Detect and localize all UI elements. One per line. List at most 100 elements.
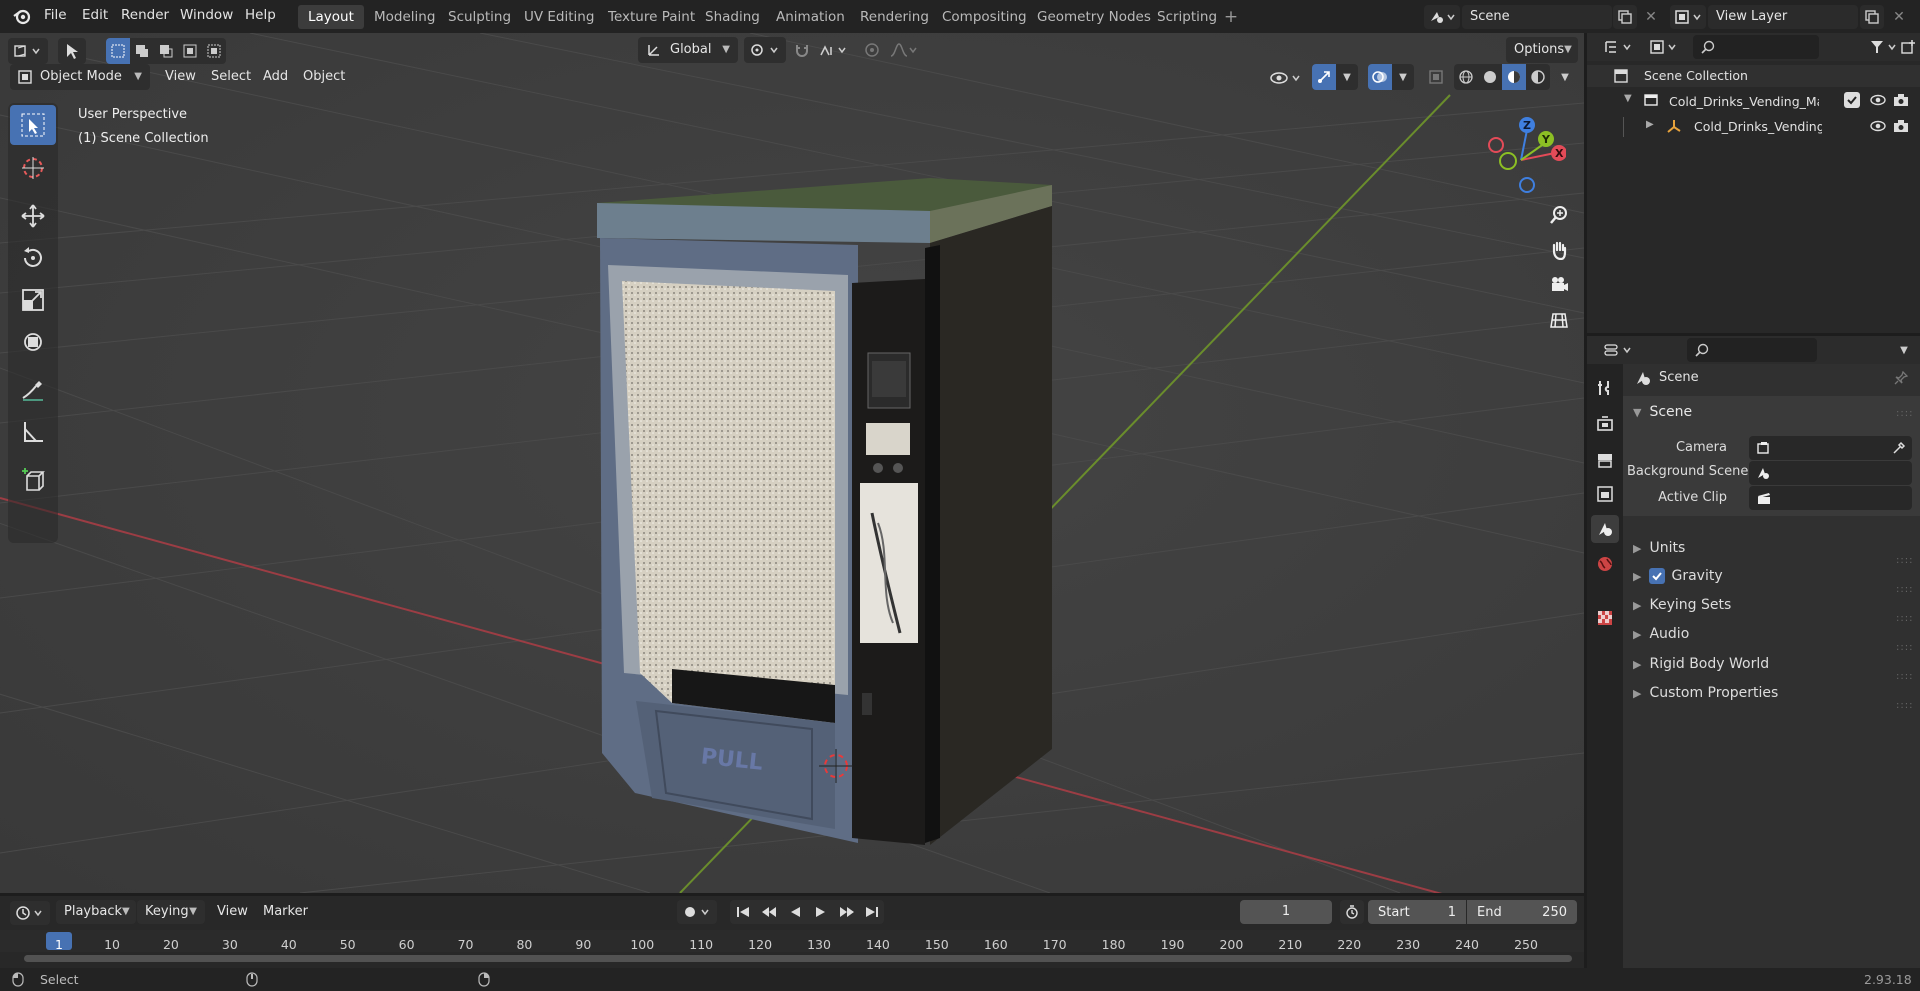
- properties-search-input[interactable]: [1687, 338, 1817, 362]
- add-cube-tool-icon[interactable]: [10, 460, 56, 500]
- editor-type-icon[interactable]: [8, 38, 48, 64]
- tab-compositing[interactable]: Compositing: [932, 5, 1037, 29]
- tab-shading[interactable]: Shading: [695, 5, 770, 29]
- options-dropdown[interactable]: Options ▼: [1506, 37, 1578, 63]
- texture-tab-icon[interactable]: [1591, 604, 1619, 632]
- solid-shading-icon[interactable]: [1478, 64, 1502, 90]
- tab-scripting[interactable]: Scripting: [1147, 5, 1227, 29]
- snap-toggle-icon[interactable]: [790, 37, 814, 63]
- 3d-viewport[interactable]: PULL Object Mode ▼ View Select Add Objec…: [0, 33, 1584, 893]
- background-scene-field[interactable]: [1749, 461, 1912, 485]
- render-camera-icon[interactable]: [1892, 117, 1910, 135]
- tab-uv-editing[interactable]: UV Editing: [514, 5, 604, 29]
- units-panel[interactable]: ▶ Units: [1633, 540, 1685, 556]
- scene-tab-icon[interactable]: [1591, 515, 1619, 543]
- annotate-tool-icon[interactable]: [10, 370, 56, 410]
- gizmo-toggle-icon[interactable]: [1312, 64, 1336, 90]
- marker-menu[interactable]: Marker: [255, 900, 316, 924]
- tab-modeling[interactable]: Modeling: [364, 5, 445, 29]
- select-extend-icon[interactable]: [130, 38, 154, 64]
- tab-animation[interactable]: Animation: [766, 5, 855, 29]
- remove-scene-icon[interactable]: ✕: [1640, 5, 1662, 29]
- prev-keyframe-icon[interactable]: [756, 900, 782, 924]
- timeline-scrollbar[interactable]: [24, 955, 1572, 962]
- gravity-panel[interactable]: ▶ Gravity: [1633, 568, 1723, 584]
- timeline-view-menu[interactable]: View: [209, 900, 256, 924]
- rotate-tool-icon[interactable]: [10, 238, 56, 278]
- tab-layout[interactable]: Layout: [298, 5, 364, 29]
- pin-icon[interactable]: [1891, 368, 1911, 388]
- select-tool-mode-icon[interactable]: [58, 38, 86, 64]
- proportional-edit-icon[interactable]: [860, 37, 884, 63]
- add-workspace-icon[interactable]: +: [1222, 7, 1240, 27]
- gizmo-dropdown-icon[interactable]: ▼: [1336, 64, 1358, 90]
- jump-start-icon[interactable]: [730, 900, 756, 924]
- current-frame-field[interactable]: 1: [1240, 900, 1332, 924]
- menu-add[interactable]: Add: [255, 64, 296, 90]
- scale-tool-icon[interactable]: [10, 280, 56, 320]
- keying-sets-panel[interactable]: ▶ Keying Sets: [1633, 597, 1731, 613]
- tab-texture-paint[interactable]: Texture Paint: [598, 5, 705, 29]
- copy-view-layer-icon[interactable]: [1860, 5, 1884, 29]
- tab-sculpting[interactable]: Sculpting: [438, 5, 521, 29]
- material-shading-icon[interactable]: [1502, 64, 1526, 90]
- select-new-icon[interactable]: [106, 38, 130, 64]
- outliner-editor-type-icon[interactable]: [1601, 35, 1637, 59]
- xray-toggle-icon[interactable]: [1424, 64, 1448, 90]
- world-tab-icon[interactable]: [1591, 550, 1619, 578]
- select-intersect-icon[interactable]: [202, 38, 226, 64]
- drag-handle-icon[interactable]: ::::: [1896, 408, 1913, 419]
- output-tab-icon[interactable]: [1591, 446, 1619, 474]
- tab-geometry-nodes[interactable]: Geometry Nodes: [1027, 5, 1161, 29]
- tab-rendering[interactable]: Rendering: [850, 5, 939, 29]
- outliner-item-object[interactable]: Cold_Drinks_Vending_Ma: [1694, 119, 1822, 134]
- preview-range-icon[interactable]: [1340, 900, 1364, 924]
- select-invert-icon[interactable]: [178, 38, 202, 64]
- eye-icon[interactable]: [1869, 117, 1887, 135]
- eye-icon[interactable]: [1869, 91, 1887, 109]
- view-layer-tab-icon[interactable]: [1591, 480, 1619, 508]
- cursor-tool-icon[interactable]: [10, 148, 56, 188]
- timeline-editor-type-icon[interactable]: [10, 901, 50, 925]
- play-icon[interactable]: [808, 900, 834, 924]
- menu-view[interactable]: View: [157, 64, 204, 90]
- copy-scene-icon[interactable]: [1613, 5, 1637, 29]
- menu-help[interactable]: Help: [237, 0, 284, 31]
- scene-name-field[interactable]: Scene: [1462, 5, 1612, 29]
- next-keyframe-icon[interactable]: [834, 900, 860, 924]
- object-mode-dropdown[interactable]: Object Mode ▼: [10, 64, 150, 90]
- outliner-row-scene-collection[interactable]: [1587, 65, 1920, 87]
- visibility-icon[interactable]: [1266, 66, 1306, 90]
- display-mode-icon[interactable]: [1646, 35, 1682, 59]
- include-checkbox-icon[interactable]: [1844, 92, 1860, 108]
- new-collection-icon[interactable]: [1897, 35, 1919, 59]
- expand-arrow-icon[interactable]: ▶: [1646, 119, 1654, 130]
- zoom-icon[interactable]: [1545, 201, 1573, 229]
- end-frame-field[interactable]: End 250: [1467, 900, 1577, 924]
- menu-object[interactable]: Object: [295, 64, 353, 90]
- scene-browse-icon[interactable]: [1424, 5, 1460, 29]
- select-subtract-icon[interactable]: [154, 38, 178, 64]
- menu-window[interactable]: Window: [172, 0, 241, 31]
- jump-end-icon[interactable]: [860, 900, 884, 924]
- tool-settings-tab-icon[interactable]: [1591, 374, 1619, 402]
- view-layer-name-field[interactable]: View Layer: [1708, 5, 1858, 29]
- custom-properties-panel[interactable]: ▶ Custom Properties: [1633, 685, 1778, 701]
- expand-arrow-icon[interactable]: ▼: [1624, 93, 1632, 104]
- rendered-shading-icon[interactable]: [1526, 64, 1550, 90]
- view-layer-browse-icon[interactable]: [1670, 5, 1706, 29]
- camera-view-icon[interactable]: [1545, 271, 1573, 299]
- outliner-search-input[interactable]: [1693, 35, 1819, 59]
- move-tool-icon[interactable]: [10, 196, 56, 236]
- proportional-falloff-icon[interactable]: [886, 37, 922, 63]
- rigid-body-world-panel[interactable]: ▶ Rigid Body World: [1633, 656, 1769, 672]
- playback-menu[interactable]: Playback ▼: [56, 900, 136, 924]
- menu-select[interactable]: Select: [203, 64, 259, 90]
- keying-menu[interactable]: Keying ▼: [137, 900, 205, 924]
- transform-tool-icon[interactable]: [10, 322, 56, 362]
- outliner-item-collection[interactable]: Cold_Drinks_Vending_Machin: [1669, 94, 1819, 109]
- orthographic-grid-icon[interactable]: [1545, 306, 1573, 334]
- select-box-tool-icon[interactable]: [10, 105, 56, 145]
- audio-panel[interactable]: ▶ Audio: [1633, 626, 1689, 642]
- active-clip-field[interactable]: [1749, 486, 1912, 510]
